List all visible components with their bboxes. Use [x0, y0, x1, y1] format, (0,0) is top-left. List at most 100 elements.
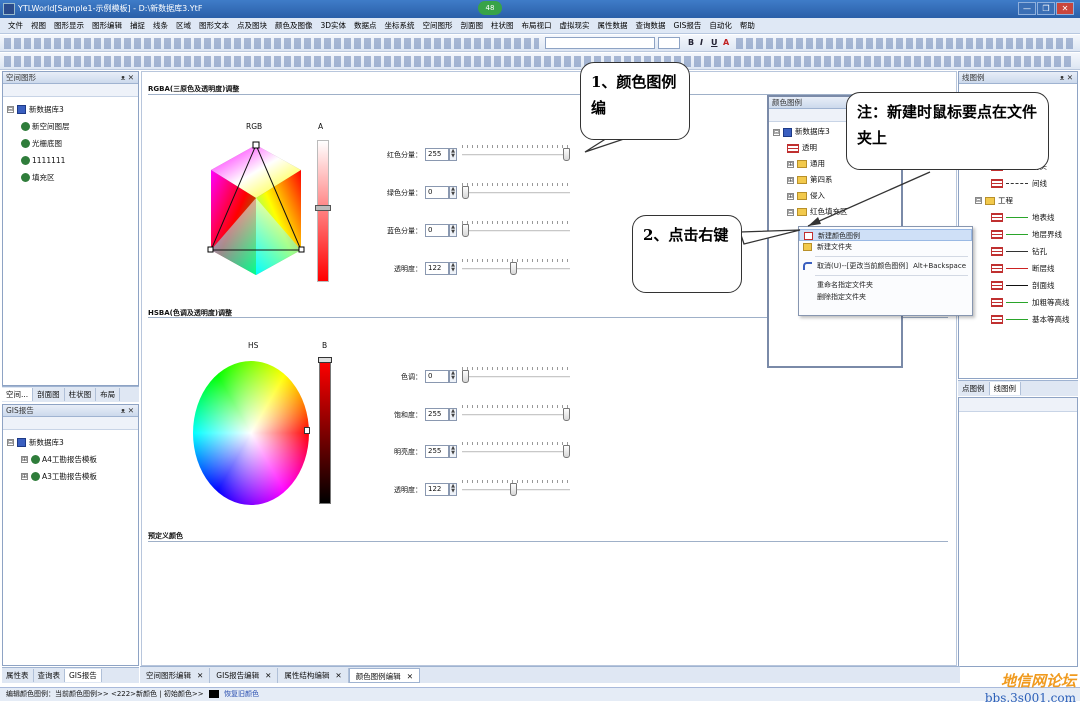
spin-buttons[interactable]: ▲ ▼	[449, 186, 457, 199]
horizontal-scrollbar[interactable]	[959, 398, 1077, 412]
close-icon[interactable]: ✕	[407, 672, 413, 681]
tree-item[interactable]: ⊞ 侵入	[773, 188, 901, 204]
menu-item[interactable]: 捕捉	[126, 20, 149, 31]
slider-thumb[interactable]	[510, 262, 518, 275]
slider-thumb[interactable]	[462, 224, 469, 237]
spin-down-icon[interactable]: ▼	[450, 451, 456, 456]
close-icon[interactable]: ✕	[335, 671, 341, 680]
slider-thumb[interactable]	[563, 445, 570, 458]
line-legend-item[interactable]: 剖面线	[959, 277, 1077, 294]
expander-icon[interactable]: ⊟	[975, 197, 982, 204]
slider-track[interactable]	[462, 413, 570, 416]
menu-item[interactable]: 柱状图	[487, 20, 518, 31]
expander-icon[interactable]: ⊞	[787, 176, 794, 184]
menu-item[interactable]: 点及图块	[233, 20, 271, 31]
expander-icon[interactable]: ⊞	[787, 160, 794, 168]
value-spinbox[interactable]: 0	[425, 370, 449, 383]
rgb-cube-picker[interactable]	[204, 140, 308, 280]
tab-0[interactable]: 点图例	[958, 382, 990, 395]
expander-icon[interactable]: ⊟	[7, 439, 14, 446]
expander-icon[interactable]: ⊟	[773, 128, 780, 136]
spin-down-icon[interactable]: ▼	[450, 413, 456, 419]
menu-item[interactable]: 颜色及图像	[271, 20, 317, 31]
menu-item[interactable]: 剖面图	[457, 20, 488, 31]
context-menu-item[interactable]: 重命名指定文件夹	[799, 279, 972, 291]
close-button[interactable]: ✕	[1056, 2, 1074, 15]
panel-toolbar[interactable]	[3, 84, 138, 97]
slider-track[interactable]	[462, 376, 570, 378]
line-legend-item[interactable]: ⊟ 工程	[959, 192, 1077, 209]
spin-down-icon[interactable]: ▼	[450, 488, 456, 494]
brightness-slider-thumb[interactable]	[318, 357, 332, 363]
slider-thumb[interactable]	[563, 148, 570, 161]
menu-item[interactable]: 属性数据	[594, 20, 632, 31]
spin-buttons[interactable]: ▲ ▼	[449, 445, 457, 458]
doc-tab[interactable]: 属性结构编辑 ✕	[278, 667, 349, 683]
spin-down-icon[interactable]: ▼	[450, 230, 456, 235]
hs-marker[interactable]	[304, 427, 310, 434]
tree-item[interactable]: ⊞ 第四系	[773, 172, 901, 188]
minimize-button[interactable]: —	[1018, 2, 1036, 15]
toolbar-2-icons[interactable]	[4, 56, 1074, 67]
line-legend-item[interactable]: 地表线	[959, 209, 1077, 226]
menu-item[interactable]: 图形文本	[195, 20, 233, 31]
menu-item[interactable]: 图形编辑	[88, 20, 126, 31]
tree-item[interactable]: ⊞ A3工勘报告模板	[7, 468, 138, 485]
tree-item[interactable]: 新空间图层	[7, 118, 138, 135]
panel-toolbar[interactable]	[3, 417, 138, 430]
spin-down-icon[interactable]: ▼	[450, 154, 456, 159]
menu-item[interactable]: 线条	[149, 20, 172, 31]
close-icon[interactable]: ✕	[197, 671, 203, 680]
doc-tab[interactable]: 颜色图例编辑 ✕	[348, 667, 420, 683]
expander-icon[interactable]: ⊞	[21, 473, 28, 480]
menu-item[interactable]: 图形显示	[50, 20, 88, 31]
spin-buttons[interactable]: ▲ ▼	[449, 148, 457, 161]
doc-tab[interactable]: 空间图形编辑 ✕	[140, 667, 211, 683]
tab-0[interactable]: 属性表	[2, 669, 34, 682]
context-menu-item[interactable]: 新建文件夹	[799, 241, 972, 253]
tab-3[interactable]: 布局	[96, 388, 121, 401]
menu-item[interactable]: 3D实体	[317, 20, 351, 31]
underline-button[interactable]: U	[711, 38, 718, 47]
context-menu-item[interactable]: 删除指定文件夹	[799, 291, 972, 303]
line-legend-item[interactable]: 地层界线	[959, 226, 1077, 243]
spin-buttons[interactable]: ▲ ▼	[449, 407, 457, 421]
restore-button[interactable]: ❐	[1037, 2, 1055, 15]
spin-buttons[interactable]: ▲ ▼	[449, 370, 457, 383]
menu-item[interactable]: 自动化	[705, 20, 736, 31]
menu-item[interactable]: 视图	[27, 20, 50, 31]
menu-item[interactable]: 文件	[4, 20, 27, 31]
context-menu-item[interactable]: 取消(U)--[更改当前颜色图例] Alt+Backspace	[799, 260, 972, 272]
value-spinbox[interactable]: 122	[425, 482, 449, 496]
tree-item[interactable]: 光栅底图	[7, 135, 138, 152]
value-spinbox[interactable]: 255	[425, 148, 449, 161]
spin-down-icon[interactable]: ▼	[450, 268, 456, 273]
slider-track[interactable]	[462, 451, 570, 453]
value-spinbox[interactable]: 255	[425, 445, 449, 458]
restore-old-color-link[interactable]: 恢复旧颜色	[224, 690, 259, 698]
spin-buttons[interactable]: ▲ ▼	[449, 224, 457, 237]
toolbar-1b-icons[interactable]	[736, 38, 1074, 49]
font-size-select[interactable]	[658, 37, 680, 49]
menu-item[interactable]: 数据点	[350, 20, 381, 31]
tab-0[interactable]: 空间...	[2, 388, 34, 401]
value-spinbox[interactable]: 0	[425, 186, 449, 199]
tab-2[interactable]: GIS报告	[65, 669, 102, 682]
slider-thumb[interactable]	[510, 482, 518, 496]
line-legend-item[interactable]: 钻孔	[959, 243, 1077, 260]
font-name-select[interactable]	[545, 37, 655, 49]
toolbar-1-icons[interactable]	[4, 38, 539, 49]
context-menu-item[interactable]: 新建颜色图例	[799, 229, 972, 241]
slider-thumb[interactable]	[563, 407, 570, 421]
line-legend-item[interactable]: 加粗等高线	[959, 294, 1077, 311]
menu-item[interactable]: GIS报告	[670, 20, 706, 31]
hs-color-wheel[interactable]	[193, 361, 309, 505]
menu-item[interactable]: 坐标系统	[381, 20, 419, 31]
pin-close-icon[interactable]: ᴥ ✕	[121, 72, 134, 84]
tree-item[interactable]: ⊟ 新数据库3	[7, 434, 138, 451]
pin-close-icon[interactable]: ᴥ ✕	[121, 405, 134, 417]
slider-track[interactable]	[462, 192, 570, 194]
tree-item[interactable]: 填充区	[7, 169, 138, 186]
notification-badge[interactable]: 48	[478, 1, 502, 15]
bold-button[interactable]: B	[688, 38, 694, 47]
